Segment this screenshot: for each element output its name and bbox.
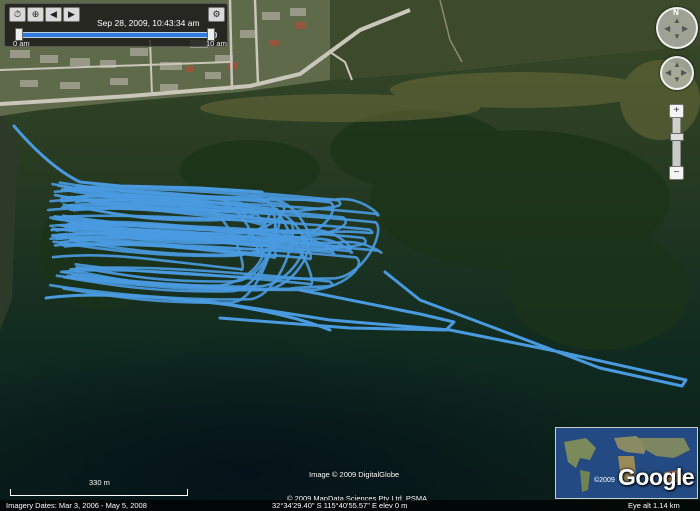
move-ring[interactable]: ▲ ▼ ◀ ▶ [660, 56, 694, 90]
scale-bar: 330 m [10, 478, 188, 496]
move-down-icon[interactable]: ▼ [673, 76, 681, 84]
settings-wrench-icon[interactable]: ⚙ [208, 7, 225, 22]
zoom-handle[interactable] [670, 133, 684, 141]
current-date: Sep 28, 2009, 10:43:34 am [97, 18, 200, 28]
compass-ring[interactable]: N ▲ ▼ ◀ ▶ [656, 7, 698, 49]
scale-label: 330 m [89, 478, 110, 487]
time-slider-panel: ⏱ ⊕ ◀ ▶ ⚙ Sep 28, 2009, 10:43:34 am 0 am… [4, 3, 228, 48]
time-end-label: 10 am [206, 39, 227, 48]
rotate-right-icon[interactable]: ▶ [682, 25, 688, 33]
time-start-label: 0 am [13, 39, 30, 48]
zoom-time-icon[interactable]: ⊕ [27, 7, 44, 22]
move-left-icon[interactable]: ◀ [665, 69, 671, 77]
tilt-up-icon[interactable]: ▲ [673, 17, 681, 25]
move-up-icon[interactable]: ▲ [673, 61, 681, 69]
zoom-slider[interactable]: + − [669, 104, 684, 180]
eye-altitude: Eye alt 1.14 km [628, 501, 680, 510]
status-bar: Imagery Dates: Mar 3, 2006 - May 5, 2008… [0, 500, 700, 511]
step-back-icon[interactable]: ◀ [45, 7, 62, 22]
clock-icon[interactable]: ⏱ [9, 7, 26, 22]
overview-map[interactable]: ©2009 Google [555, 427, 698, 499]
play-icon[interactable]: ▶ [63, 7, 80, 22]
tilt-down-icon[interactable]: ▼ [673, 33, 681, 41]
rotate-left-icon[interactable]: ◀ [664, 25, 670, 33]
zoom-out-button[interactable]: − [669, 166, 684, 180]
imagery-credit: Image © 2009 DigitalGlobe [309, 470, 400, 479]
google-logo: Google [618, 464, 695, 490]
cursor-coordinates: 32°34'29.40" S 115°40'55.57" E elev 0 m [272, 501, 408, 510]
imagery-dates: Imagery Dates: Mar 3, 2006 - May 5, 2008 [6, 501, 147, 510]
time-slider-track[interactable] [17, 32, 217, 38]
zoom-in-button[interactable]: + [669, 104, 684, 118]
move-right-icon[interactable]: ▶ [681, 69, 687, 77]
copyright-year: ©2009 [594, 477, 615, 484]
